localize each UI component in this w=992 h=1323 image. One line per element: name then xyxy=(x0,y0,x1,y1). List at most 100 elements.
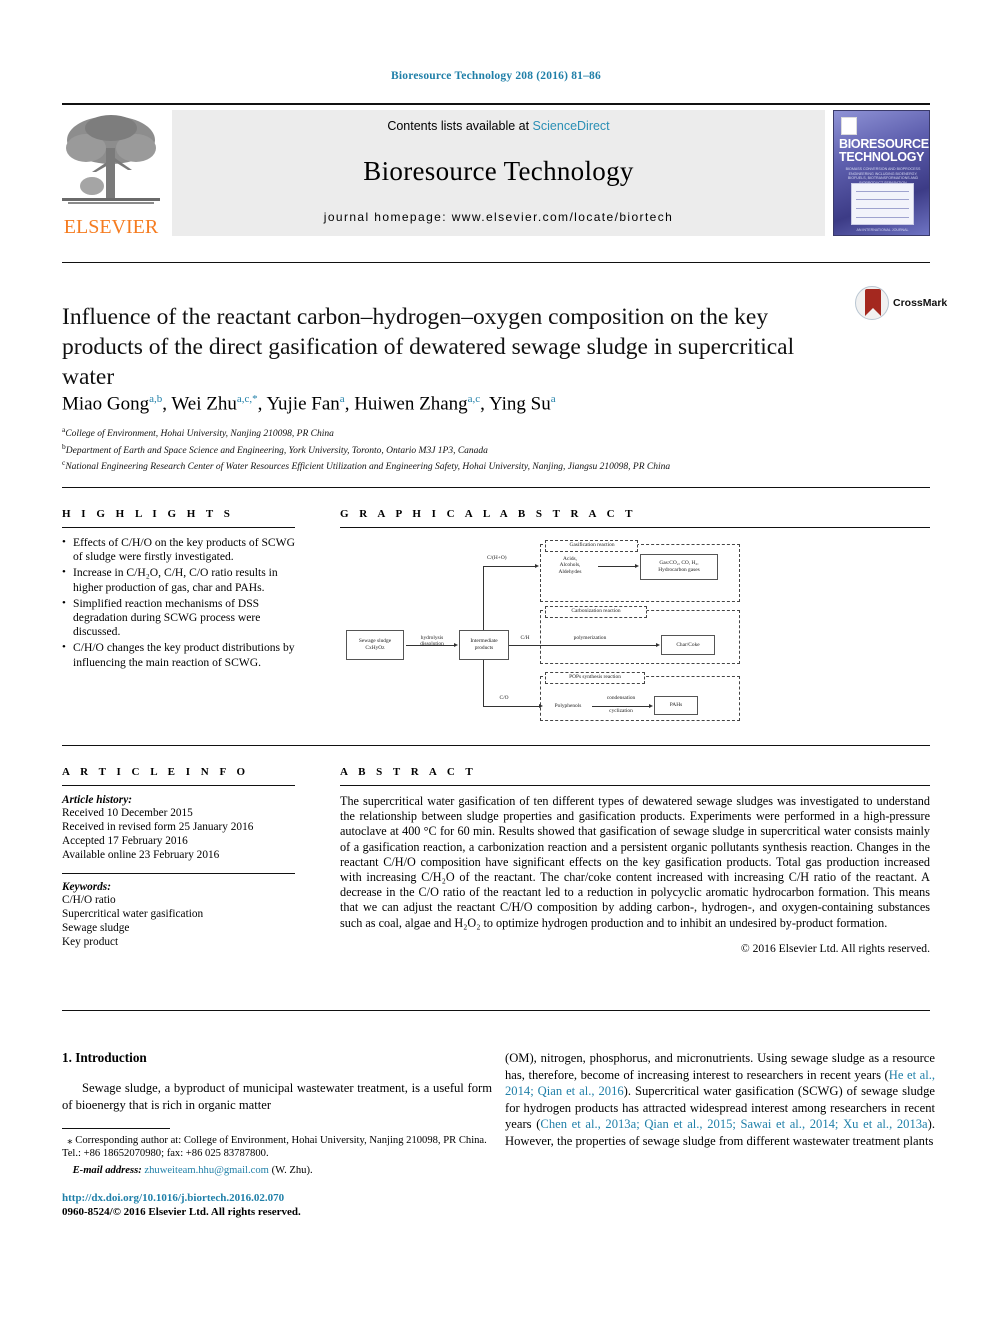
author-name: Ying Su xyxy=(488,393,551,415)
diagram-label-pops-synthesis-reaction: POPs synthesis reaction xyxy=(569,674,621,680)
diagram-node-line: products xyxy=(474,645,494,651)
diagram-node-line: CxHyOz xyxy=(365,645,385,651)
corresponding-author-text: Corresponding author at: College of Envi… xyxy=(62,1135,487,1160)
article-info-rule xyxy=(62,785,295,786)
list-item: Increase in C/H₂O, C/H, C/O ratio result… xyxy=(62,565,295,594)
article-history-item: Accepted 17 February 2016 xyxy=(62,835,188,847)
affiliation-text: College of Environment, Hohai University… xyxy=(65,429,334,440)
diagram-arrowhead xyxy=(535,563,539,568)
footnote-block: ⁎ Corresponding author at: College of En… xyxy=(62,1134,492,1177)
author-affil-mark[interactable]: a xyxy=(340,393,345,405)
keyword-item[interactable]: Sewage sludge xyxy=(62,921,295,935)
body-column-right: (OM), nitrogen, phosphorus, and micronut… xyxy=(505,1050,935,1150)
author-affil-mark[interactable]: a,c xyxy=(468,393,481,405)
diagram-label-c-h-ratio: C/H xyxy=(520,635,530,641)
body-paragraph: (OM), nitrogen, phosphorus, and micronut… xyxy=(505,1050,935,1150)
diagram-label-carbonization-reaction: Carbonization reaction xyxy=(571,608,621,614)
diagram-node-line: Aldehydes xyxy=(558,568,582,575)
highlights-section: H I G H L I G H T S Effects of C/H/O on … xyxy=(62,508,295,672)
author-affil-mark[interactable]: a,c,* xyxy=(237,393,258,405)
highlights-zone-divider xyxy=(62,487,930,488)
author-name: Wei Zhu xyxy=(171,393,237,415)
diagram-arrowhead xyxy=(454,642,458,647)
author-name: Yujie Fan xyxy=(266,393,340,415)
list-item: Simplified reaction mechanisms of DSS de… xyxy=(62,596,295,640)
diagram-node-line: PAHs xyxy=(669,702,683,709)
sciencedirect-link[interactable]: ScienceDirect xyxy=(533,119,610,133)
diagram-label-gasification-reaction: Gasification reaction xyxy=(569,542,615,548)
article-history-item: Received 10 December 2015 xyxy=(62,807,193,819)
diagram-arrowhead xyxy=(649,703,653,708)
diagram-label-c-h-plus-o-ratio: C/(H+O) xyxy=(487,555,507,561)
diagram-label-c-o-ratio: C/O xyxy=(499,695,509,701)
running-head: Bioresource Technology 208 (2016) 81–86 xyxy=(391,70,601,82)
title-divider xyxy=(62,262,930,263)
citation-link[interactable]: Chen et al., 2013a; Qian et al., 2015; S… xyxy=(540,1117,927,1131)
contents-prefix: Contents lists available at xyxy=(387,119,533,133)
article-history-label: Article history: xyxy=(62,794,132,806)
keyword-item[interactable]: C/H/O ratio xyxy=(62,893,295,907)
author-name: Huiwen Zhang xyxy=(354,393,468,415)
list-item: C/H/O changes the key product distributi… xyxy=(62,640,295,669)
issn-copyright: 0960-8524/© 2016 Elsevier Ltd. All right… xyxy=(62,1206,301,1219)
keyword-item[interactable]: Key product xyxy=(62,935,295,949)
diagram-node-gas-products: Gas:CO₂, CO, H₂, Hydrocarbon gases xyxy=(640,554,718,580)
highlights-heading: H I G H L I G H T S xyxy=(62,508,234,520)
affiliation-text: Department of Earth and Space Science an… xyxy=(65,445,488,456)
body-paragraph: Sewage sludge, a byproduct of municipal … xyxy=(62,1081,492,1112)
email-link[interactable]: zhuweiteam.hhu@gmail.com xyxy=(144,1165,269,1176)
cover-figure xyxy=(851,183,914,225)
diagram-arrowhead xyxy=(635,563,639,568)
abstract-heading: A B S T R A C T xyxy=(340,766,477,778)
diagram-node-intermediate-products: Intermediate products xyxy=(459,630,509,660)
diagram-node-pahs: PAHs xyxy=(654,696,698,715)
contents-available-line: Contents lists available at ScienceDirec… xyxy=(387,119,609,133)
diagram-edge-condensation: condensation xyxy=(606,695,636,701)
cover-footer: AN INTERNATIONAL JOURNAL xyxy=(856,228,909,232)
list-item: Effects of C/H/O on the key products of … xyxy=(62,535,295,564)
elsevier-badge-icon xyxy=(841,117,857,135)
masthead-center-panel: Contents lists available at ScienceDirec… xyxy=(172,110,825,236)
diagram-label-polymerization: polymerization xyxy=(573,635,607,641)
doi-link[interactable]: http://dx.doi.org/10.1016/j.biortech.201… xyxy=(62,1191,492,1205)
graphical-abstract-rule xyxy=(340,527,930,528)
graphical-abstract-diagram: Sewage sludge CxHyOz hydrolysis dissolut… xyxy=(340,536,930,721)
journal-title: Bioresource Technology xyxy=(363,156,634,186)
section-heading-introduction: 1. Introduction xyxy=(62,1050,147,1065)
body-column-left: 1. Introduction Sewage sludge, a byprodu… xyxy=(62,1050,492,1113)
email-label: E-mail address: xyxy=(72,1164,142,1176)
keywords-label: Keywords: xyxy=(62,881,111,893)
abstract-text: The supercritical water gasification of … xyxy=(340,794,930,930)
cover-title: BIORESOURCE TECHNOLOGY xyxy=(839,138,929,164)
page-title: Influence of the reactant carbon–hydroge… xyxy=(62,303,795,390)
author-name: Miao Gong xyxy=(62,393,150,415)
abstract-rule xyxy=(340,785,930,786)
journal-homepage[interactable]: journal homepage: www.elsevier.com/locat… xyxy=(324,210,673,224)
journal-cover-thumbnail[interactable]: BIORESOURCE TECHNOLOGY BIOMASS CONVERSIO… xyxy=(833,110,930,236)
highlights-rule xyxy=(62,527,295,528)
affiliation-list: aCollege of Environment, Hohai Universit… xyxy=(62,424,930,474)
diagram-connector xyxy=(483,566,536,567)
keyword-item[interactable]: Supercritical water gasification xyxy=(62,907,295,921)
body-text-run: (OM), nitrogen, phosphorus, and micronut… xyxy=(505,1051,935,1082)
article-info-section: A R T I C L E I N F O Article history: R… xyxy=(62,766,295,949)
affiliation-item: cNational Engineering Research Center of… xyxy=(62,457,930,474)
article-history-item: Received in revised form 25 January 2016 xyxy=(62,821,254,833)
cover-title-line2: TECHNOLOGY xyxy=(839,149,925,164)
author-affil-mark[interactable]: a,b xyxy=(149,393,162,405)
crossmark-badge[interactable]: CrossMark xyxy=(855,286,947,324)
crossmark-label: CrossMark xyxy=(893,297,948,309)
author-affil-mark[interactable]: a xyxy=(551,393,556,405)
abstract-copyright: © 2016 Elsevier Ltd. All rights reserved… xyxy=(740,941,930,955)
author-list: Miao Gonga,b, Wei Zhua,c,*, Yujie Fana, … xyxy=(62,393,556,415)
footnote-divider xyxy=(62,1128,170,1129)
diagram-node-char-coke: Char/Coke xyxy=(661,635,715,655)
article-first-page: Bioresource Technology 208 (2016) 81–86 xyxy=(0,0,992,1323)
corresponding-author-note: ⁎ Corresponding author at: College of En… xyxy=(62,1134,492,1161)
graphical-abstract-heading: G R A P H I C A L A B S T R A C T xyxy=(340,508,637,520)
diagram-connector xyxy=(598,566,636,567)
highlights-list: Effects of C/H/O on the key products of … xyxy=(62,535,295,670)
diagram-connector xyxy=(483,566,484,630)
crossmark-icon xyxy=(855,286,889,320)
keywords-rule xyxy=(62,873,295,874)
